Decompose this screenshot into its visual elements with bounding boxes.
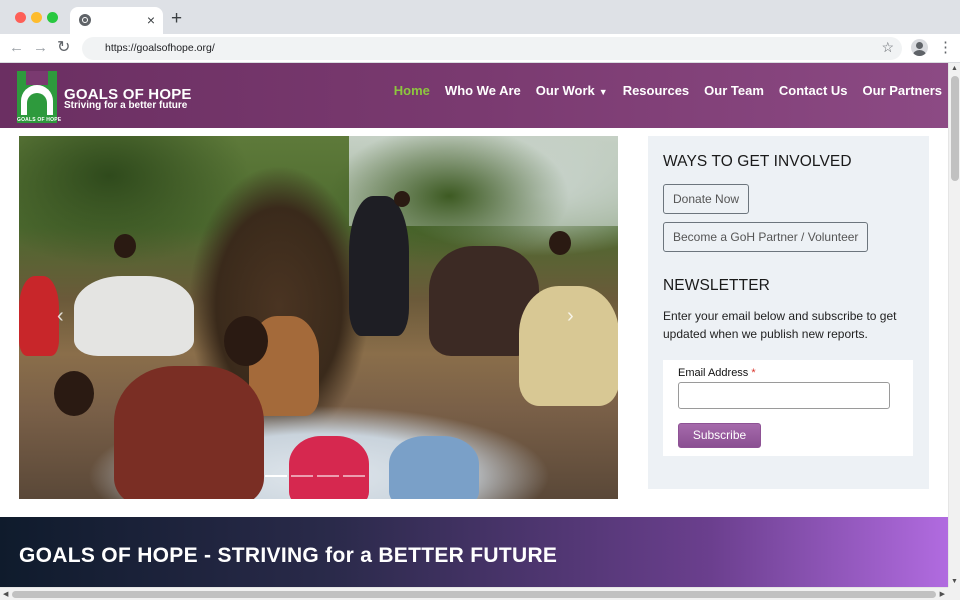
scroll-left-icon[interactable]: ◀ [3,590,8,598]
email-label-text: Email Address [678,367,749,379]
site-header: GOALS OF HOPE GOALS OF HOPE Striving for… [0,63,948,128]
page-viewport: GOALS OF HOPE GOALS OF HOPE Striving for… [0,63,948,587]
carousel-indicator[interactable] [317,475,339,477]
goals-of-hope-logo[interactable] [17,71,57,123]
nav-resources[interactable]: Resources [623,83,689,100]
tab-close-icon[interactable]: × [147,11,155,29]
photo-person [114,366,264,499]
carousel-indicator[interactable] [291,475,313,477]
required-marker: * [751,367,756,379]
hero-carousel[interactable]: ‹ › [19,136,618,499]
photo-head [394,191,410,207]
photo-person [74,276,194,356]
tagline-banner: GOALS OF HOPE - STRIVING for a BETTER FU… [0,517,948,587]
nav-our-team[interactable]: Our Team [704,83,764,100]
address-url[interactable]: https://goalsofhope.org/ [105,42,215,54]
nav-our-work[interactable]: Our Work ▼ [536,83,608,100]
sidebar: WAYS TO GET INVOLVED Donate Now Become a… [648,136,929,489]
carousel-next-icon[interactable]: › [567,306,574,326]
newsletter-description: Enter your email below and subscribe to … [663,309,897,341]
horizontal-scroll-thumb[interactable] [12,591,936,598]
photo-trees [19,136,618,266]
minimize-window-button[interactable] [31,12,42,23]
scroll-down-icon[interactable]: ▼ [951,578,958,585]
new-tab-button[interactable]: + [171,8,182,30]
chevron-down-icon: ▼ [598,87,608,97]
browser-tab-bar: × + [0,0,960,34]
address-bar[interactable]: https://goalsofhope.org/ ☆ [82,37,902,60]
horizontal-scrollbar[interactable]: ◀ ▶ [0,587,948,600]
carousel-prev-icon[interactable]: ‹ [57,306,64,326]
carousel-indicators [265,475,365,477]
brand-tagline: Striving for a better future [64,100,188,111]
scrollbar-corner [948,587,960,600]
nav-who-we-are[interactable]: Who We Are [445,83,521,100]
photo-person [519,286,618,406]
newsletter-heading: NEWSLETTER [663,277,770,294]
newsletter-form: Email Address * Subscribe [663,360,913,456]
photo-person [19,276,59,356]
back-arrow-icon[interactable]: ← [9,39,24,57]
bookmark-star-icon[interactable]: ☆ [881,39,894,56]
photo-person [349,196,409,336]
vertical-scroll-thumb[interactable] [951,76,959,181]
photo-head [224,316,268,366]
scroll-right-icon[interactable]: ▶ [940,590,945,598]
browser-toolbar: ← → ↻ https://goalsofhope.org/ ☆ ⋮ [0,34,960,63]
photo-person [289,436,369,499]
browser-tab[interactable]: × [70,7,163,34]
chrome-icon [79,14,91,26]
browser-menu-icon[interactable]: ⋮ [938,39,953,56]
nav-our-partners[interactable]: Our Partners [863,83,942,100]
photo-head [549,231,571,255]
banner-heading: GOALS OF HOPE - STRIVING for a BETTER FU… [19,544,558,567]
scroll-up-icon[interactable]: ▲ [951,65,958,72]
forward-arrow-icon[interactable]: → [33,39,48,57]
logo-caption: GOALS OF HOPE [17,117,62,123]
vertical-scrollbar[interactable]: ▲ ▼ [948,63,960,587]
carousel-indicator[interactable] [265,475,287,477]
carousel-indicator[interactable] [343,475,365,477]
photo-head [54,371,94,416]
email-label: Email Address * [678,367,756,379]
profile-icon[interactable] [911,39,928,56]
donate-button[interactable]: Donate Now [663,184,750,214]
email-field[interactable] [678,382,890,409]
get-involved-heading: WAYS TO GET INVOLVED [663,153,852,170]
subscribe-button[interactable]: Subscribe [678,423,761,448]
reload-icon[interactable]: ↻ [57,39,70,57]
close-window-button[interactable] [15,12,26,23]
nav-contact-us[interactable]: Contact Us [779,83,848,100]
main-navigation: Home Who We Are Our Work ▼ Resources Our … [379,83,942,100]
photo-head [114,234,136,258]
photo-person [389,436,479,499]
become-partner-button[interactable]: Become a GoH Partner / Volunteer [663,222,869,252]
nav-home[interactable]: Home [394,83,430,100]
maximize-window-button[interactable] [47,12,58,23]
nav-our-work-label: Our Work [535,83,595,98]
